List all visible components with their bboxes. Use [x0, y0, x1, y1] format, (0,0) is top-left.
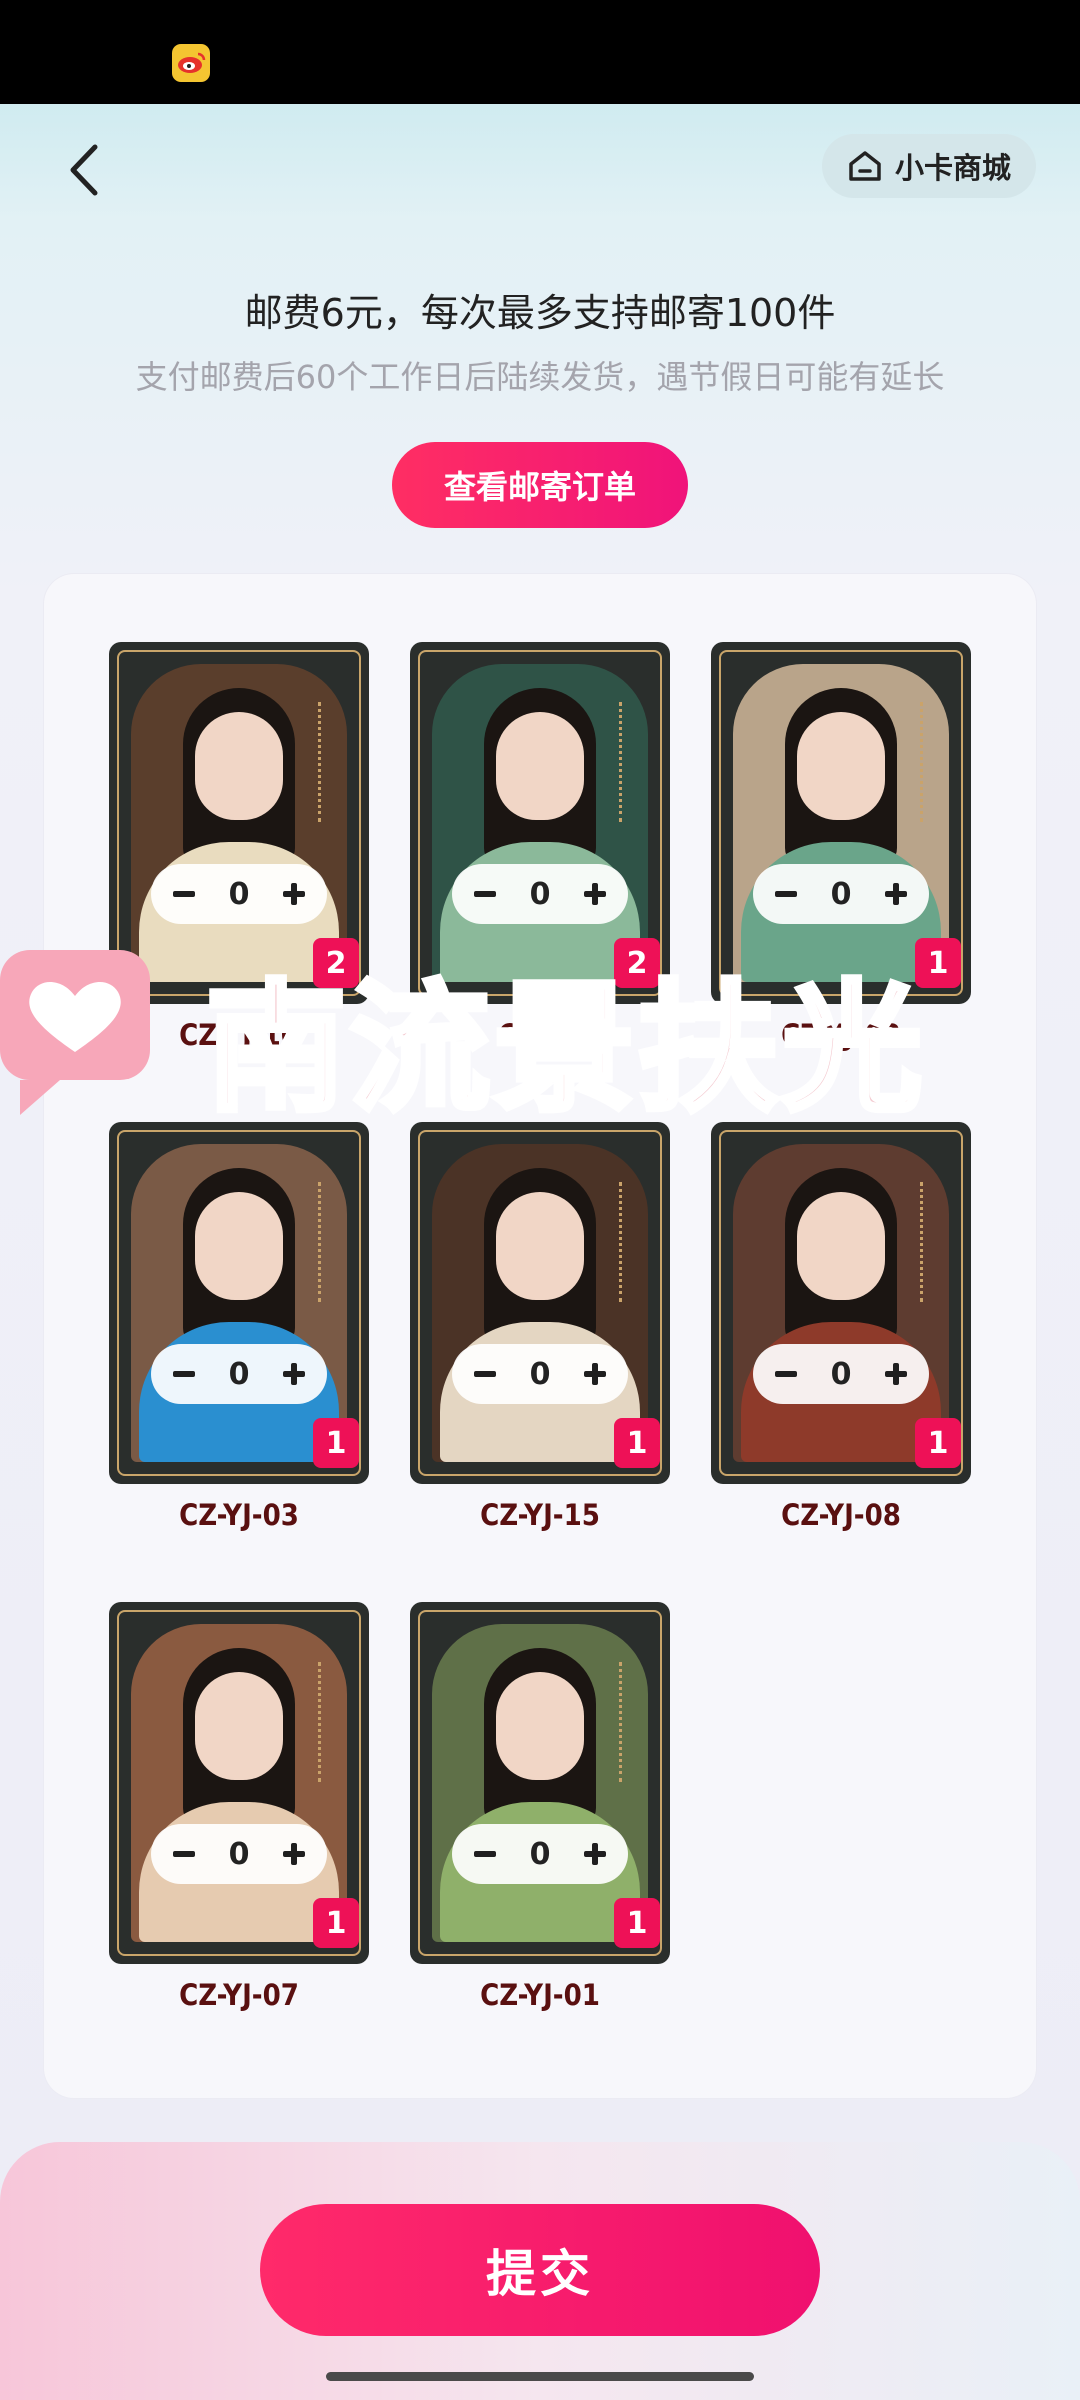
- minus-icon[interactable]: [169, 1359, 199, 1389]
- owned-count-badge: 1: [313, 1418, 359, 1468]
- card-photo[interactable]: 0 2: [410, 642, 670, 1004]
- card-calligraphy-mark: [619, 1182, 636, 1302]
- quantity-value: 0: [529, 1356, 551, 1392]
- minus-icon[interactable]: [169, 1839, 199, 1869]
- card-figure-face: [797, 712, 885, 820]
- back-button[interactable]: [52, 130, 116, 210]
- view-mail-orders-button[interactable]: 查看邮寄订单: [392, 442, 688, 528]
- quantity-stepper: 0: [452, 1344, 628, 1404]
- card-code-label: CZ-YJ-08: [781, 1498, 901, 1532]
- plus-icon[interactable]: [580, 879, 610, 909]
- card-figure-face: [195, 1192, 283, 1300]
- card-photo[interactable]: 0 1: [410, 1602, 670, 1964]
- card-photo[interactable]: 0 1: [711, 642, 971, 1004]
- card-code-label: CZ-YJ-01: [480, 1978, 600, 2012]
- card-code-label: CZ-YJ-07: [179, 1978, 299, 2012]
- quantity-stepper: 0: [452, 864, 628, 924]
- minus-icon[interactable]: [169, 879, 199, 909]
- card-item: 0 1 CZ-YJ-07: [109, 1602, 369, 2022]
- quantity-value: 0: [228, 1836, 250, 1872]
- quantity-value: 0: [830, 1356, 852, 1392]
- home-icon: [849, 151, 881, 181]
- card-grid-panel: 0 2 CZ-YJ-10 0 2 CZ-YJ- 0 1 CZ-YJ-02 0 1…: [44, 574, 1036, 2098]
- owned-count-badge: 1: [614, 1418, 660, 1468]
- quantity-stepper: 0: [151, 864, 327, 924]
- quantity-value: 0: [529, 1836, 551, 1872]
- quantity-value: 0: [830, 876, 852, 912]
- minus-icon[interactable]: [470, 1839, 500, 1869]
- plus-icon[interactable]: [580, 1359, 610, 1389]
- card-calligraphy-mark: [619, 702, 636, 822]
- card-shop-label: 小卡商城: [894, 151, 1011, 185]
- submit-button[interactable]: 提交: [260, 2204, 820, 2336]
- home-indicator: [326, 2372, 754, 2381]
- owned-count-badge: 1: [614, 1898, 660, 1948]
- shipping-note: 支付邮费后60个工作日后陆续发货，遇节假日可能有延长: [135, 358, 945, 396]
- quantity-value: 0: [228, 876, 250, 912]
- card-figure-face: [496, 712, 584, 820]
- card-calligraphy-mark: [920, 1182, 937, 1302]
- plus-icon[interactable]: [279, 879, 309, 909]
- card-calligraphy-mark: [318, 1662, 335, 1782]
- plus-icon[interactable]: [279, 1839, 309, 1869]
- card-figure-face: [496, 1672, 584, 1780]
- minus-icon[interactable]: [470, 1359, 500, 1389]
- card-calligraphy-mark: [920, 702, 937, 822]
- minus-icon[interactable]: [771, 1359, 801, 1389]
- postage-title: 邮费6元，每次最多支持邮寄100件: [244, 291, 836, 335]
- owned-count-badge: 1: [313, 1898, 359, 1948]
- card-photo[interactable]: 0 1: [711, 1122, 971, 1484]
- card-photo[interactable]: 0 1: [109, 1122, 369, 1484]
- plus-icon[interactable]: [881, 1359, 911, 1389]
- quantity-stepper: 0: [151, 1824, 327, 1884]
- quantity-stepper: 0: [452, 1824, 628, 1884]
- card-figure-face: [797, 1192, 885, 1300]
- card-figure-face: [195, 1672, 283, 1780]
- quantity-stepper: 0: [753, 864, 929, 924]
- card-calligraphy-mark: [318, 1182, 335, 1302]
- plus-icon[interactable]: [279, 1359, 309, 1389]
- card-photo[interactable]: 0 1: [410, 1122, 670, 1484]
- card-figure-face: [496, 1192, 584, 1300]
- card-calligraphy-mark: [318, 702, 335, 822]
- card-shop-button[interactable]: 小卡商城: [822, 134, 1036, 198]
- card-photo[interactable]: 0 1: [109, 1602, 369, 1964]
- card-item: 0 1 CZ-YJ-08: [711, 1122, 971, 1542]
- card-item: 0 1 CZ-YJ-15: [410, 1122, 670, 1542]
- card-code-label: CZ-YJ-03: [179, 1498, 299, 1532]
- quantity-value: 0: [529, 876, 551, 912]
- minus-icon[interactable]: [771, 879, 801, 909]
- card-code-label: CZ-YJ-15: [480, 1498, 600, 1532]
- quantity-stepper: 0: [151, 1344, 327, 1404]
- chevron-left-icon: [70, 144, 98, 196]
- quantity-value: 0: [228, 1356, 250, 1392]
- minus-icon[interactable]: [470, 879, 500, 909]
- heart-sticker-icon: [0, 950, 150, 1115]
- watermark-text: 南流景扶光: [203, 968, 927, 1131]
- card-calligraphy-mark: [619, 1662, 636, 1782]
- plus-icon[interactable]: [881, 879, 911, 909]
- quantity-stepper: 0: [753, 1344, 929, 1404]
- plus-icon[interactable]: [580, 1839, 610, 1869]
- card-item: 0 1 CZ-YJ-01: [410, 1602, 670, 2022]
- weibo-app-icon: [172, 44, 210, 82]
- card-item: 0 1 CZ-YJ-03: [109, 1122, 369, 1542]
- owned-count-badge: 1: [915, 1418, 961, 1468]
- status-bar: [0, 0, 1080, 104]
- card-figure-face: [195, 712, 283, 820]
